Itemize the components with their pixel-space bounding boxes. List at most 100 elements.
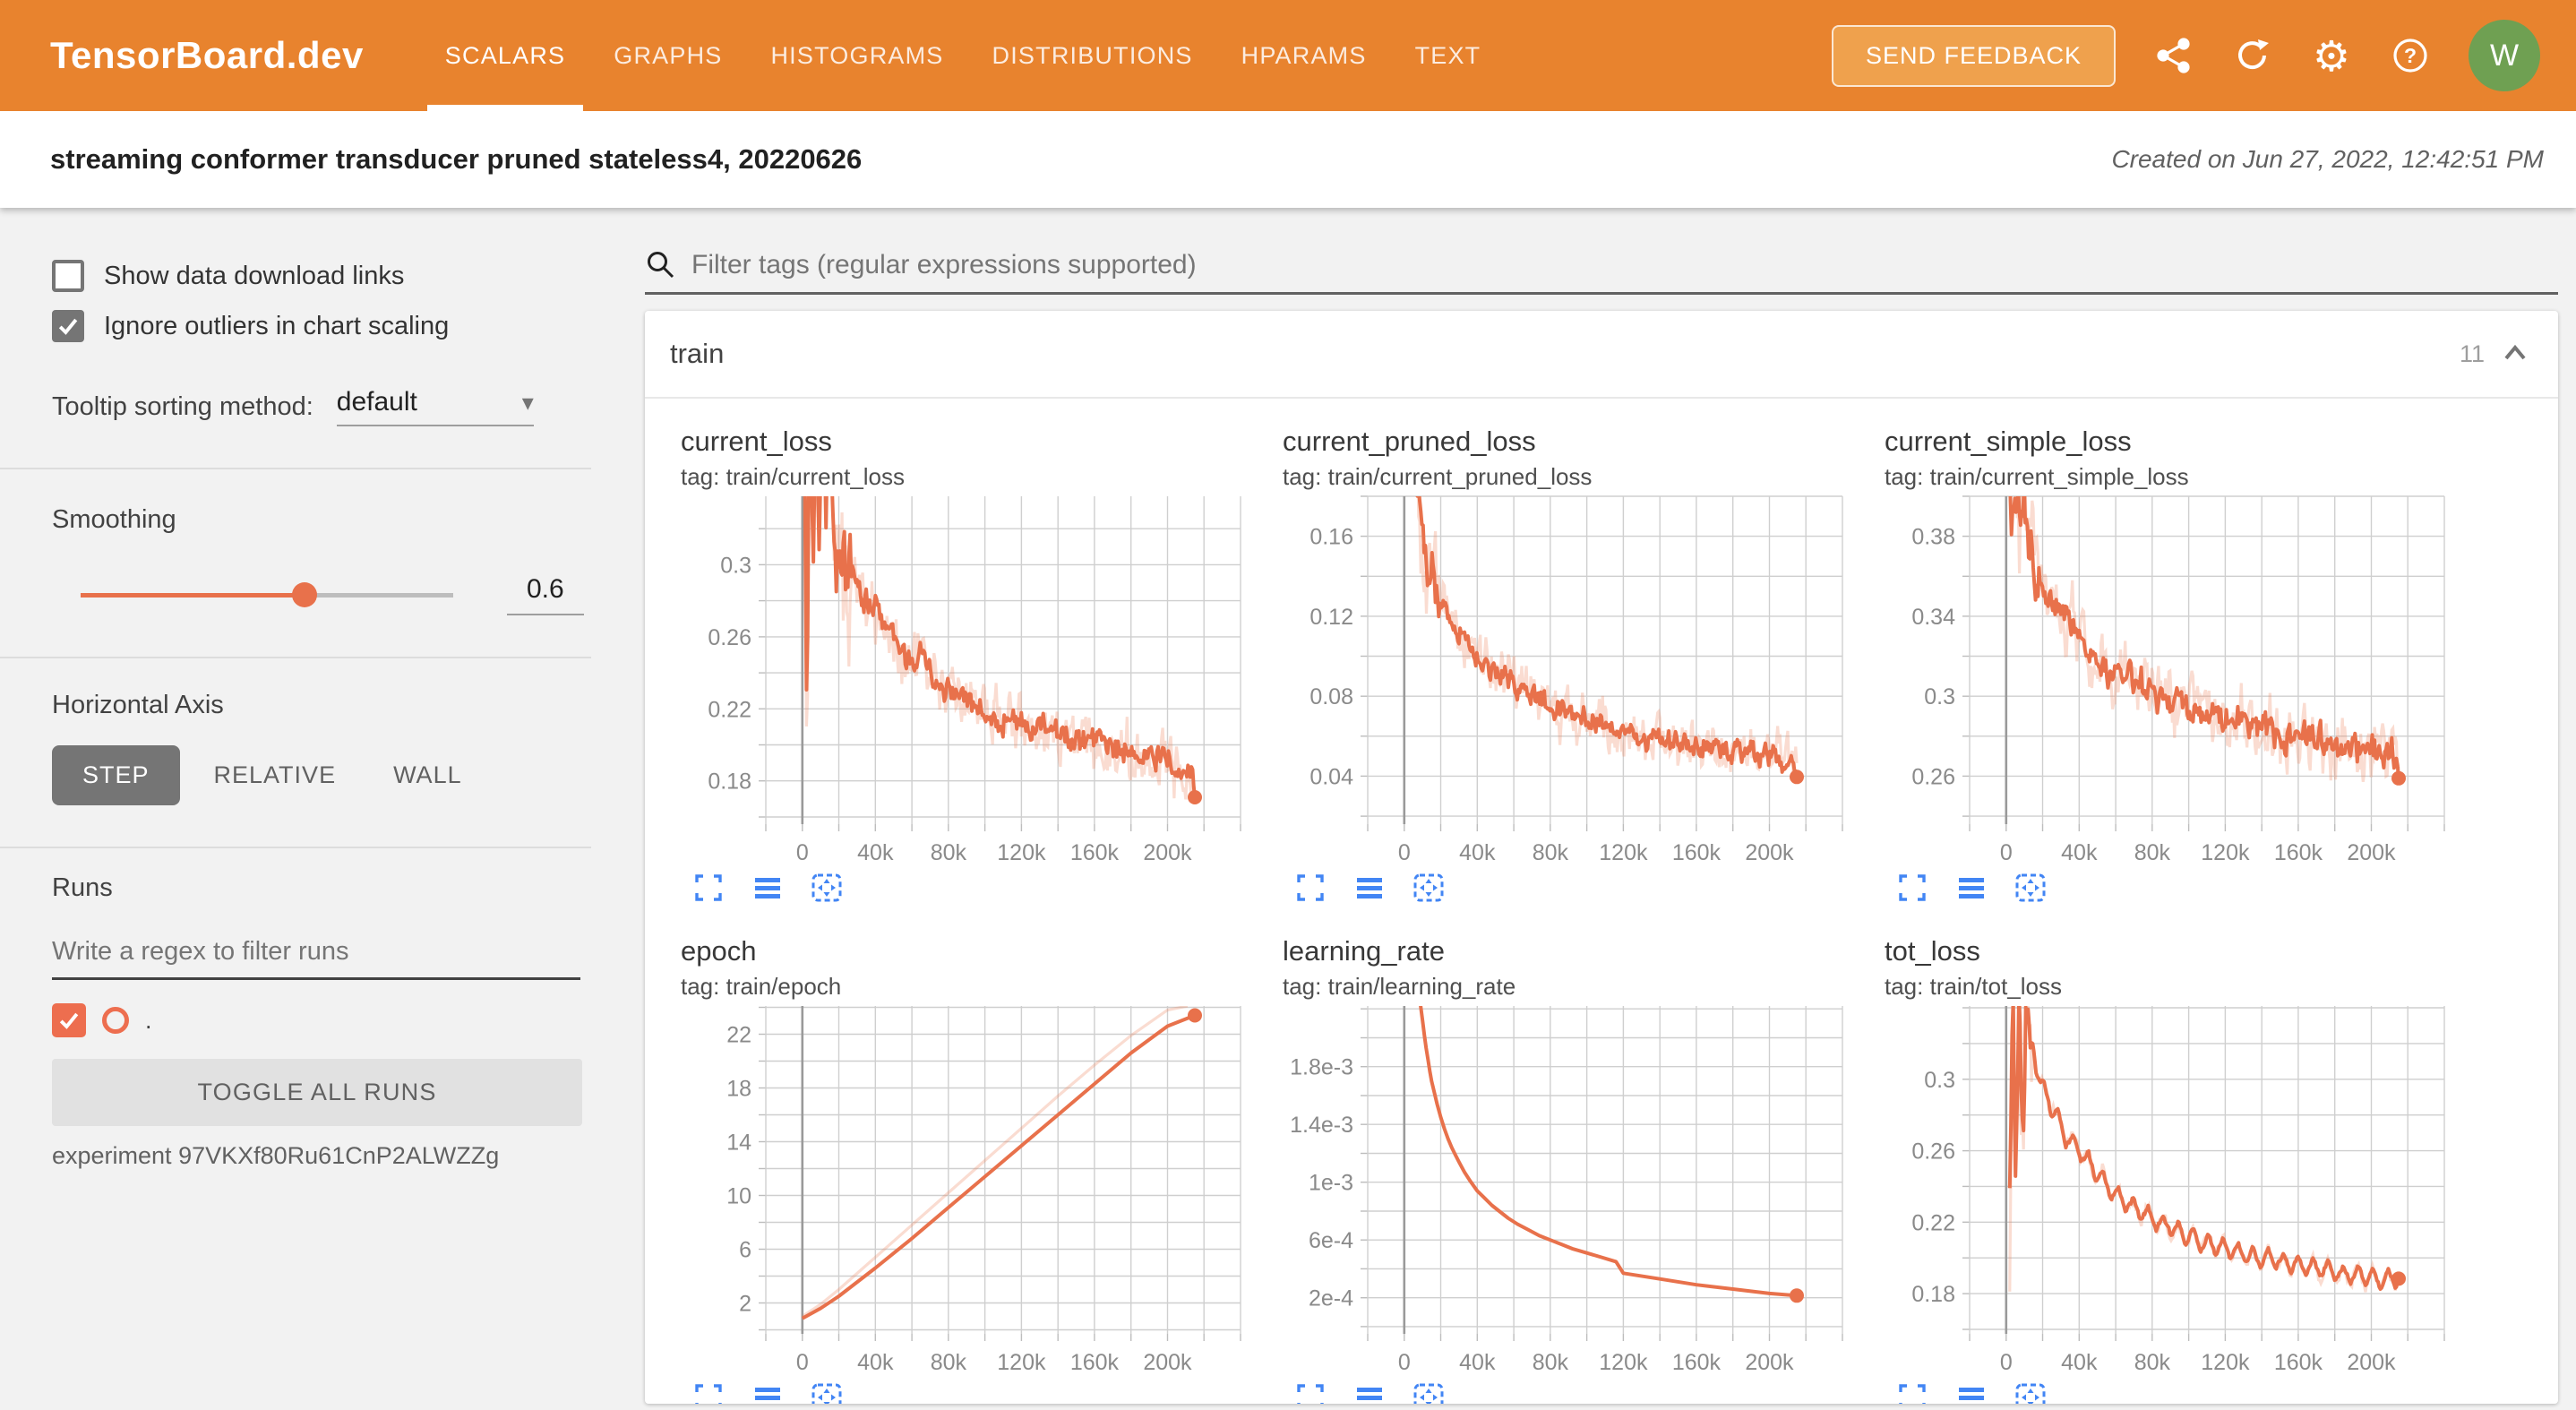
line-chart[interactable]: 0.260.30.340.38040k80k120k160k200k: [1885, 491, 2467, 867]
line-chart[interactable]: 0.180.220.260.3040k80k120k160k200k: [1885, 1001, 2467, 1377]
svg-text:0.18: 0.18: [1911, 1282, 1955, 1307]
fit-domain-icon[interactable]: [810, 871, 844, 905]
tag-filter-input[interactable]: [691, 250, 2558, 280]
runs-list-icon[interactable]: [751, 1380, 785, 1404]
axis-wall-button[interactable]: WALL: [370, 745, 485, 805]
svg-text:18: 18: [726, 1077, 751, 1102]
axis-step-button[interactable]: STEP: [52, 745, 180, 805]
svg-text:80k: 80k: [931, 840, 967, 865]
svg-text:0.08: 0.08: [1309, 684, 1353, 709]
fit-domain-icon[interactable]: [1412, 871, 1446, 905]
collapse-section-icon[interactable]: [2499, 338, 2531, 370]
chart-tag: tag: train/current_simple_loss: [1885, 463, 2467, 491]
app-logo: TensorBoard.dev: [50, 34, 364, 77]
svg-text:22: 22: [726, 1023, 751, 1048]
chart-tot-loss: tot_loss tag: train/tot_loss 0.180.220.2…: [1885, 935, 2467, 1404]
tab-hparams[interactable]: HPARAMS: [1224, 0, 1385, 111]
checkbox-checked-icon[interactable]: [52, 310, 84, 342]
svg-text:80k: 80k: [931, 1350, 967, 1375]
fullscreen-icon[interactable]: [691, 871, 726, 905]
svg-text:80k: 80k: [2134, 840, 2171, 865]
fit-domain-icon[interactable]: [1412, 1380, 1446, 1404]
section-count: 11: [2460, 340, 2485, 368]
chart-current-pruned-loss: current_pruned_loss tag: train/current_p…: [1283, 426, 1865, 905]
runs-list-icon[interactable]: [1954, 1380, 1988, 1404]
share-icon[interactable]: [2153, 35, 2194, 76]
svg-text:0: 0: [1398, 840, 1411, 865]
refresh-icon[interactable]: [2232, 35, 2273, 76]
nav-tabs: SCALARS GRAPHS HISTOGRAMS DISTRIBUTIONS …: [421, 0, 1506, 111]
tooltip-sorting-select[interactable]: default ▾: [337, 387, 534, 426]
svg-text:160k: 160k: [1070, 1350, 1120, 1375]
checkbox-unchecked-icon[interactable]: [52, 260, 84, 292]
fit-domain-icon[interactable]: [810, 1380, 844, 1404]
chart-title: current_loss: [681, 426, 1263, 458]
runs-list-icon[interactable]: [751, 871, 785, 905]
run-row: .: [52, 1003, 580, 1037]
slider-thumb[interactable]: [292, 582, 317, 607]
tab-histograms[interactable]: HISTOGRAMS: [752, 0, 961, 111]
svg-text:0: 0: [796, 840, 809, 865]
svg-text:120k: 120k: [2201, 1350, 2250, 1375]
svg-text:0.26: 0.26: [1911, 764, 1955, 789]
chart-title: current_simple_loss: [1885, 426, 2467, 458]
smoothing-value[interactable]: 0.6: [507, 574, 584, 615]
smoothing-slider[interactable]: [81, 582, 453, 607]
run-name: .: [145, 1007, 152, 1035]
chart-title: epoch: [681, 935, 1263, 967]
section-name: train: [670, 338, 724, 370]
ignore-outliers-toggle[interactable]: Ignore outliers in chart scaling: [52, 301, 580, 351]
fullscreen-icon[interactable]: [1293, 871, 1327, 905]
line-chart[interactable]: 0.180.220.260.3040k80k120k160k200k: [681, 491, 1263, 867]
fullscreen-icon[interactable]: [1895, 871, 1929, 905]
settings-sidebar: Show data download links Ignore outliers…: [0, 208, 591, 1410]
fullscreen-icon[interactable]: [691, 1380, 726, 1404]
chart-title: learning_rate: [1283, 935, 1865, 967]
charts-grid: current_loss tag: train/current_loss 0.1…: [645, 399, 2558, 1404]
line-chart[interactable]: 0.040.080.120.16040k80k120k160k200k: [1283, 491, 1865, 867]
tab-graphs[interactable]: GRAPHS: [596, 0, 740, 111]
runs-filter-input[interactable]: [52, 930, 580, 980]
svg-text:10: 10: [726, 1184, 751, 1209]
chart-tag: tag: train/learning_rate: [1283, 973, 1865, 1001]
search-icon: [645, 249, 677, 281]
fit-domain-icon[interactable]: [2014, 871, 2048, 905]
svg-text:0.26: 0.26: [708, 625, 751, 650]
chart-title: tot_loss: [1885, 935, 2467, 967]
tab-text[interactable]: TEXT: [1397, 0, 1499, 111]
svg-text:0: 0: [796, 1350, 809, 1375]
runs-list-icon[interactable]: [1352, 871, 1387, 905]
app-header: TensorBoard.dev SCALARS GRAPHS HISTOGRAM…: [0, 0, 2576, 111]
tab-scalars[interactable]: SCALARS: [427, 0, 583, 111]
fullscreen-icon[interactable]: [1293, 1380, 1327, 1404]
svg-text:40k: 40k: [1459, 1350, 1496, 1375]
svg-text:0.12: 0.12: [1309, 605, 1353, 630]
line-chart[interactable]: 2e-46e-41e-31.4e-31.8e-3040k80k120k160k2…: [1283, 1001, 1865, 1377]
svg-text:0.04: 0.04: [1309, 764, 1353, 789]
send-feedback-button[interactable]: SEND FEEDBACK: [1832, 25, 2116, 87]
tab-distributions[interactable]: DISTRIBUTIONS: [975, 0, 1211, 111]
svg-text:160k: 160k: [1672, 1350, 1722, 1375]
run-checkbox-checked-icon[interactable]: [52, 1003, 86, 1037]
fit-domain-icon[interactable]: [2014, 1380, 2048, 1404]
fullscreen-icon[interactable]: [1895, 1380, 1929, 1404]
show-download-links-label: Show data download links: [104, 262, 404, 291]
chart-current-loss: current_loss tag: train/current_loss 0.1…: [681, 426, 1263, 905]
tag-filter: [645, 249, 2558, 295]
axis-relative-button[interactable]: RELATIVE: [191, 745, 360, 805]
settings-gear-icon[interactable]: ⚙: [2311, 35, 2352, 76]
train-section-header[interactable]: train 11: [645, 311, 2558, 399]
toggle-all-runs-button[interactable]: TOGGLE ALL RUNS: [52, 1059, 582, 1126]
line-chart[interactable]: 2610141822040k80k120k160k200k: [681, 1001, 1263, 1377]
run-color-swatch-icon[interactable]: [102, 1007, 129, 1034]
svg-text:200k: 200k: [1745, 1350, 1794, 1375]
show-download-links-toggle[interactable]: Show data download links: [52, 251, 580, 301]
svg-text:0: 0: [2000, 1350, 2013, 1375]
svg-text:0: 0: [1398, 1350, 1411, 1375]
svg-text:14: 14: [726, 1131, 751, 1156]
runs-list-icon[interactable]: [1352, 1380, 1387, 1404]
svg-text:0.22: 0.22: [1911, 1210, 1955, 1235]
runs-list-icon[interactable]: [1954, 871, 1988, 905]
user-avatar[interactable]: W: [2469, 20, 2540, 91]
help-icon[interactable]: ?: [2390, 35, 2431, 76]
